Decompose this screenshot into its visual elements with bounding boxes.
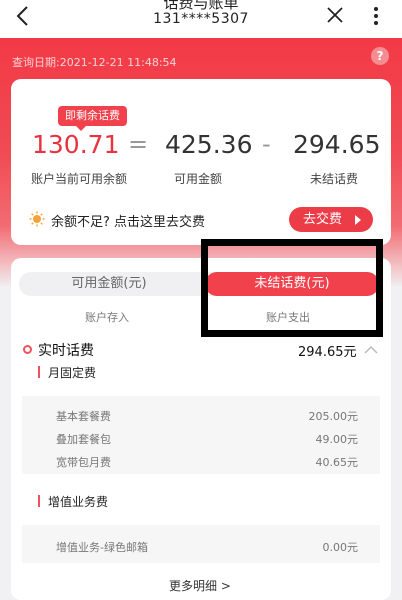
realtime-fee-amount: 294.65元 [298,345,357,360]
lightbulb-icon [29,211,45,227]
detail-row-value: 0.00元 [322,541,359,554]
detail-row-name: 叠加套餐包 [56,433,111,446]
detail-row-name: 增值业务-绿色邮箱 [56,541,148,554]
help-icon[interactable]: ? [371,47,389,65]
equals-sign: = [128,130,149,158]
detail-row-value: 205.00元 [308,410,359,423]
chevron-up-icon[interactable] [364,345,378,355]
unsettled-value: 294.65 [293,130,381,159]
detail-row-name: 基本套餐费 [56,410,111,423]
available-value: 425.36 [165,130,253,159]
monthly-fixed-fee-title: 月固定费 [48,366,97,380]
tab-available-amount[interactable]: 可用金额(元) [19,272,199,296]
group-marker [38,366,40,378]
account-deposit-label: 账户存入 [85,311,129,324]
top-nav-bar: 话费与账单 131****5307 [0,0,402,38]
group-marker [38,495,40,507]
query-date: 查询日期:2021-12-21 11:48:54 [12,56,177,69]
detail-row-value: 49.00元 [315,433,359,446]
annotation-box [201,239,383,337]
unsettled-caption: 未结话费 [310,172,359,186]
detail-row-name: 宽带包月费 [56,456,111,469]
realtime-fee-title: 实时话费 [38,343,94,359]
minus-sign: - [262,130,271,158]
balance-caption: 账户当前可用余额 [31,172,128,186]
more-options-icon[interactable] [368,4,384,28]
value-added-fee-title: 增值业务费 [48,495,109,509]
pay-button[interactable]: 去交费 [289,207,373,232]
play-arrow-icon [355,215,361,225]
low-balance-tip[interactable]: 余额不足? 点击这里去交费 [51,211,205,230]
remaining-badge: 即剩余话费 [58,106,127,131]
detail-row-value: 40.65元 [315,456,359,469]
more-details-link[interactable]: 更多明细 > [169,577,231,594]
section-dot-icon [23,345,32,354]
available-caption: 可用金额 [174,172,223,186]
balance-value: 130.71 [32,130,120,159]
close-icon[interactable] [325,5,345,25]
pay-button-label: 去交费 [303,212,343,227]
